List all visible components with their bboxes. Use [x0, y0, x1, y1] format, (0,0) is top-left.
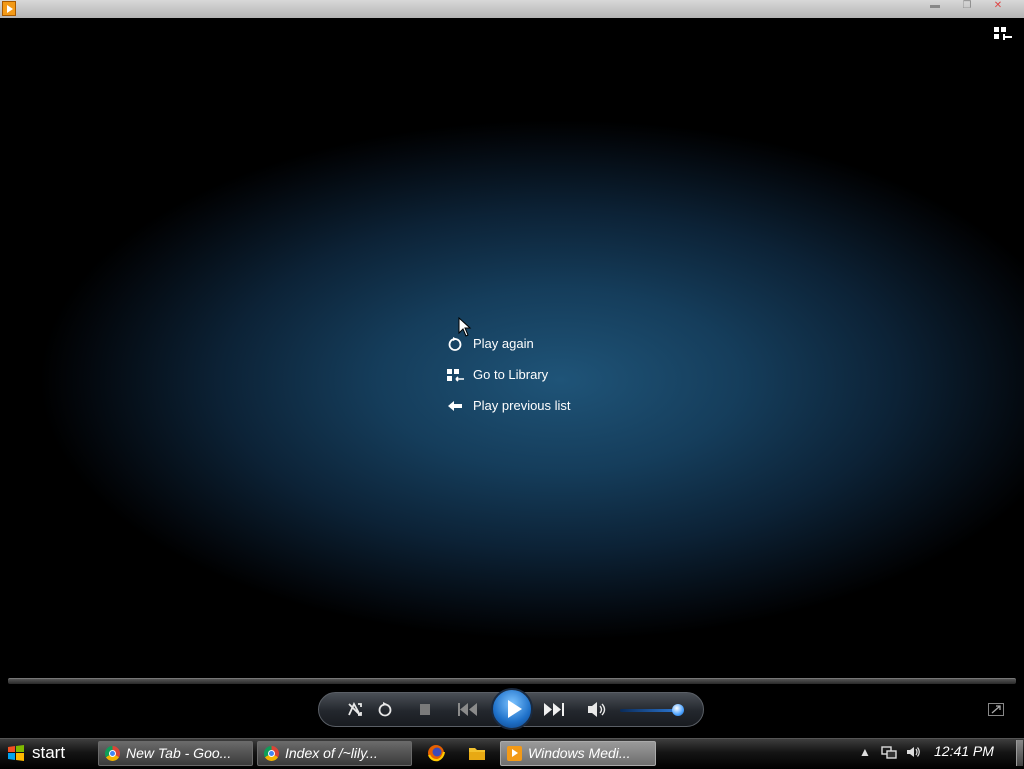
switch-to-library-icon[interactable] — [994, 26, 1016, 44]
go-to-library-button[interactable]: Go to Library — [446, 363, 606, 387]
show-hidden-icons-icon[interactable]: ▲ — [857, 744, 873, 760]
taskbar-item-index-of[interactable]: Index of /~lily... — [257, 741, 412, 766]
clock: 12:41 PM — [934, 743, 994, 759]
windows-media-player-icon — [2, 1, 16, 16]
file-explorer-icon[interactable] — [467, 743, 487, 763]
previous-icon[interactable] — [450, 692, 486, 727]
start-label: start — [32, 743, 66, 762]
title-bar: ▬ ❐ ✕ — [0, 0, 1024, 18]
mouse-cursor-icon — [458, 317, 472, 337]
minimize-icon[interactable]: ▬ — [924, 0, 946, 12]
taskbar-item-label: Index of /~lily... — [285, 745, 378, 761]
taskbar-item-label: New Tab - Goo... — [126, 745, 232, 761]
full-screen-icon[interactable] — [988, 703, 1004, 716]
close-icon[interactable]: ✕ — [987, 0, 1009, 12]
play-again-label: Play again — [473, 336, 534, 351]
taskbar-item-label: Windows Medi... — [528, 745, 631, 761]
volume-slider-thumb[interactable] — [671, 704, 684, 716]
windows-media-player-icon — [507, 746, 522, 761]
play-button[interactable] — [491, 688, 533, 730]
restore-icon[interactable]: ❐ — [956, 0, 978, 12]
chrome-icon — [264, 746, 279, 761]
taskbar-item-windows-media-player[interactable]: Windows Medi... — [500, 741, 656, 766]
chrome-icon — [105, 746, 120, 761]
stop-icon[interactable] — [410, 692, 440, 727]
back-arrow-icon — [448, 401, 462, 411]
library-icon — [447, 369, 464, 382]
network-icon[interactable] — [881, 744, 897, 760]
start-button[interactable]: start — [0, 738, 88, 768]
seek-bar[interactable] — [8, 678, 1016, 684]
volume-icon[interactable] — [905, 744, 921, 760]
go-to-library-label: Go to Library — [473, 367, 549, 382]
shuffle-icon[interactable] — [340, 692, 370, 727]
play-previous-list-label: Play previous list — [473, 398, 571, 413]
play-previous-list-button[interactable]: Play previous list — [446, 394, 606, 418]
taskbar-item-new-tab[interactable]: New Tab - Goo... — [98, 741, 253, 766]
replay-icon — [448, 337, 462, 351]
show-desktop-button[interactable] — [1016, 740, 1023, 766]
next-icon[interactable] — [538, 692, 574, 727]
windows-logo-icon — [8, 745, 24, 761]
repeat-icon[interactable] — [370, 692, 400, 727]
firefox-icon[interactable] — [426, 743, 446, 763]
volume-icon[interactable] — [582, 692, 612, 727]
